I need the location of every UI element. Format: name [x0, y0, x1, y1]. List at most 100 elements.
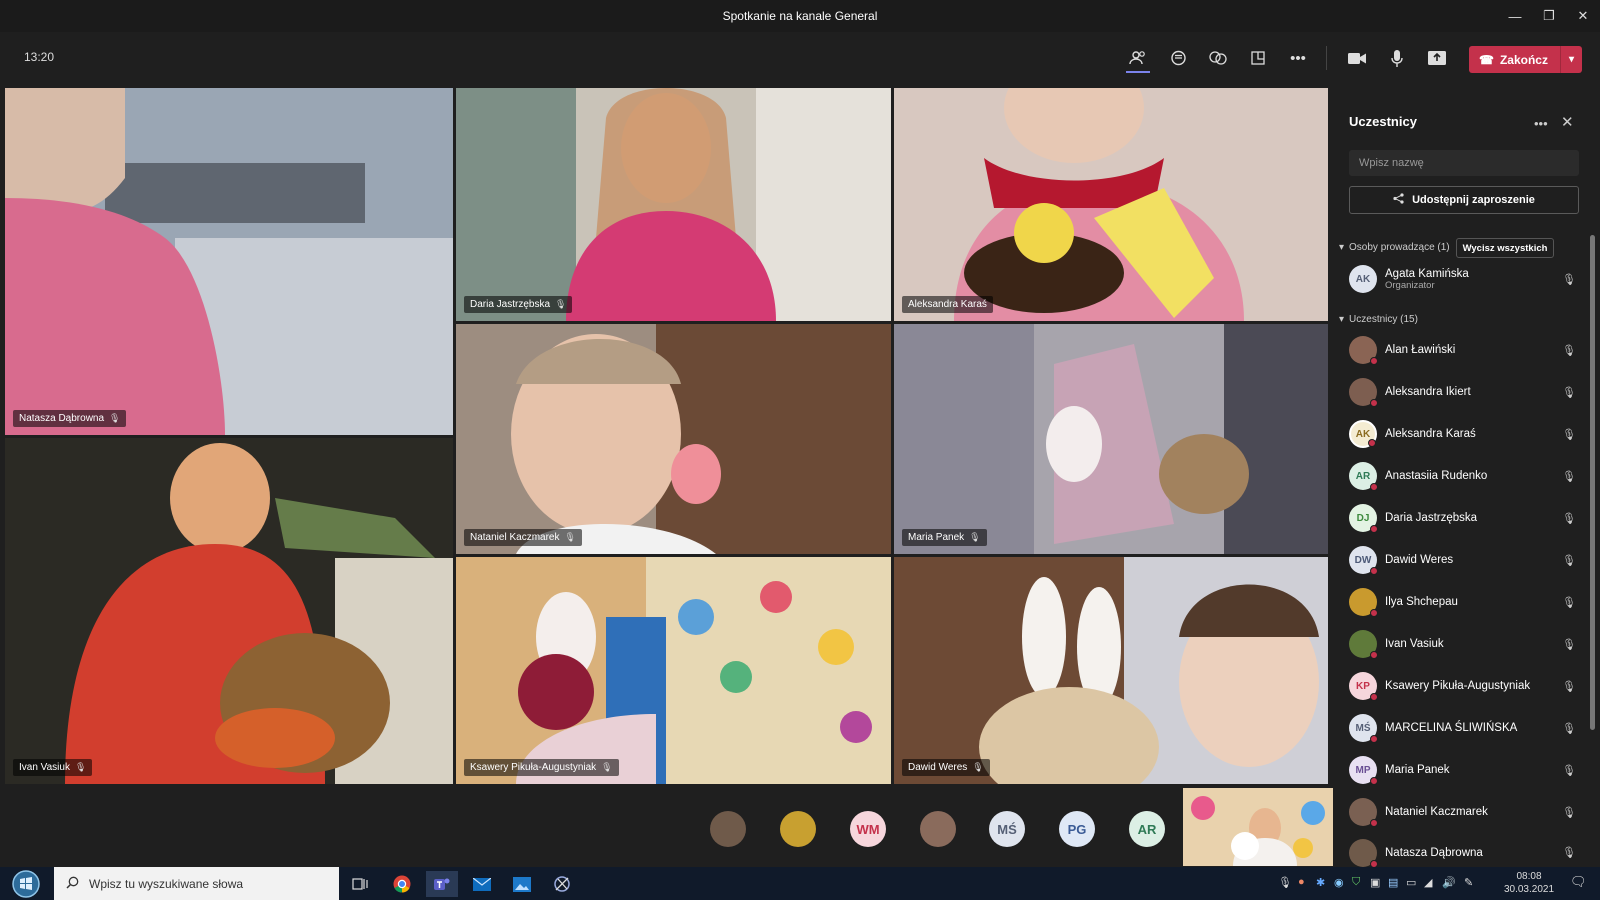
app-tray-icon[interactable]: ● [1298, 876, 1305, 888]
mic-muted-icon: 🎙 [972, 762, 984, 772]
participant-row[interactable]: DJ Daria Jastrzębska 🎙 [1349, 502, 1579, 534]
video-tile[interactable]: Ksawery Pikuła-Augustyniak 🎙 [456, 557, 891, 784]
panel-scrollbar[interactable] [1590, 235, 1595, 730]
presenters-section-header[interactable]: ▾ Osoby prowadzące (1) [1339, 242, 1450, 253]
close-window-icon[interactable]: ✕ [1566, 0, 1600, 32]
video-tile[interactable]: Daria Jastrzębska 🎙 [456, 88, 891, 321]
rooms-icon[interactable] [1243, 44, 1273, 72]
participant-row[interactable]: AR Anastasiia Rudenko 🎙 [1349, 460, 1579, 492]
avatar [1349, 630, 1378, 659]
pen-icon[interactable]: ✎ [1464, 876, 1473, 889]
participants-icon[interactable] [1123, 44, 1153, 72]
participant-avatar[interactable]: WM [850, 811, 886, 847]
participant-row[interactable]: MP Maria Panek 🎙 [1349, 754, 1579, 786]
participant-avatar[interactable]: PG [1059, 811, 1095, 847]
participant-row[interactable]: MŚ MARCELINA ŚLIWIŃSKA 🎙 [1349, 712, 1579, 744]
microphone-icon[interactable] [1382, 44, 1412, 72]
video-feed [456, 324, 891, 554]
more-options-icon[interactable]: ••• [1534, 116, 1548, 131]
avatar: DW [1349, 546, 1378, 575]
bluetooth-icon[interactable]: ✱ [1316, 876, 1325, 889]
participant-row[interactable]: AK Aleksandra Karaś 🎙 [1349, 418, 1579, 450]
mail-icon[interactable] [466, 871, 498, 897]
mic-on-icon[interactable]: 🎙 [1559, 428, 1579, 441]
restore-icon[interactable]: ❐ [1532, 0, 1566, 32]
share-invite-button[interactable]: Udostępnij zaproszenie [1349, 186, 1579, 214]
video-tile[interactable]: Natasza Dąbrowna 🎙 [5, 88, 453, 435]
reactions-icon[interactable] [1203, 44, 1233, 72]
participant-avatar[interactable]: MŚ [989, 811, 1025, 847]
share-screen-icon[interactable] [1422, 44, 1452, 72]
participant-row[interactable]: Aleksandra Ikiert 🎙 [1349, 376, 1579, 408]
participant-row[interactable]: Ivan Vasiuk 🎙 [1349, 628, 1579, 660]
mic-on-icon[interactable]: 🎙 [1559, 273, 1579, 286]
chrome-icon[interactable] [386, 871, 418, 897]
participant-avatar[interactable] [780, 811, 816, 847]
minimize-icon[interactable]: — [1498, 0, 1532, 32]
taskbar-search-input[interactable]: Wpisz tu wyszukiwane słowa [54, 867, 339, 900]
participant-row[interactable]: Nataniel Kaczmarek 🎙 [1349, 796, 1579, 828]
volume-icon[interactable]: 🔊 [1442, 876, 1456, 889]
snipping-tool-icon[interactable] [546, 871, 578, 897]
participants-panel: Uczestnicy ••• ✕ Wpisz nazwę Udostępnij … [1333, 100, 1600, 867]
start-button[interactable] [6, 870, 46, 898]
participant-row[interactable]: Natasza Dąbrowna 🎙 [1349, 838, 1579, 867]
chat-icon[interactable] [1163, 44, 1193, 72]
participant-name: Anastasiia Rudenko [1385, 470, 1488, 482]
participants-section-header[interactable]: ▾ Uczestnicy (15) [1339, 314, 1418, 325]
notifications-icon[interactable]: 🗨 [1570, 874, 1587, 890]
participant-avatar[interactable]: AR [1129, 811, 1165, 847]
participant-row[interactable]: KP Ksawery Pikuła-Augustyniak 🎙 [1349, 670, 1579, 702]
taskbar-clock[interactable]: 08:08 30.03.2021 [1494, 870, 1564, 896]
mic-muted-icon[interactable]: 🎙 [1559, 846, 1579, 859]
participant-row[interactable]: Alan Ławiński 🎙 [1349, 334, 1579, 366]
participant-row[interactable]: DW Dawid Weres 🎙 [1349, 544, 1579, 576]
mic-muted-icon[interactable]: 🎙 [1559, 680, 1579, 693]
participant-avatar[interactable] [710, 811, 746, 847]
task-view-icon[interactable] [344, 871, 376, 897]
mic-muted-icon[interactable]: 🎙 [1559, 638, 1579, 651]
security-shield-icon[interactable]: ⛉ [1352, 876, 1360, 889]
mute-all-button[interactable]: Wycisz wszystkich [1456, 238, 1554, 258]
network-app-icon[interactable]: ◉ [1334, 876, 1344, 889]
participant-row[interactable]: Ilya Shchepau 🎙 [1349, 586, 1579, 618]
participant-row-organizer[interactable]: AK Agata Kamińska Organizator 🎙 [1349, 263, 1579, 295]
mic-muted-icon: 🎙 [109, 413, 121, 423]
end-call-label: Zakończ [1499, 52, 1548, 67]
video-tile[interactable]: Nataniel Kaczmarek 🎙 [456, 324, 891, 554]
mic-muted-icon[interactable]: 🎙 [1559, 386, 1579, 399]
video-tile[interactable]: Dawid Weres 🎙 [894, 557, 1328, 784]
chevron-down-icon[interactable]: ▾ [1560, 46, 1582, 73]
participant-name: Aleksandra Karaś [1385, 428, 1476, 440]
end-call-button[interactable]: ☎ Zakończ ▾ [1469, 46, 1582, 73]
video-tile[interactable]: Maria Panek 🎙 [894, 324, 1328, 554]
teams-icon[interactable] [426, 871, 458, 897]
mic-muted-icon[interactable]: 🎙 [1559, 470, 1579, 483]
mic-muted-icon[interactable]: 🎙 [1559, 764, 1579, 777]
photos-icon[interactable] [506, 871, 538, 897]
video-tile[interactable]: Ivan Vasiuk 🎙 [5, 438, 453, 784]
mic-muted-icon[interactable]: 🎙 [1559, 554, 1579, 567]
close-icon[interactable]: ✕ [1561, 113, 1574, 131]
microphone-tray-icon[interactable]: 🎙 [1278, 876, 1292, 889]
participant-name: Alan Ławiński [1385, 344, 1456, 356]
mic-muted-icon[interactable]: 🎙 [1559, 806, 1579, 819]
avatar: AK [1349, 420, 1377, 448]
self-view-video[interactable] [1183, 788, 1333, 866]
taskbar-time: 08:08 [1516, 871, 1542, 882]
participant-search-input[interactable]: Wpisz nazwę [1349, 150, 1579, 176]
participant-avatar[interactable] [920, 811, 956, 847]
mic-muted-icon[interactable]: 🎙 [1559, 344, 1579, 357]
camera-icon[interactable] [1342, 44, 1372, 72]
mic-muted-icon[interactable]: 🎙 [1559, 722, 1579, 735]
video-tile[interactable]: Aleksandra Karaś [894, 88, 1328, 321]
mic-muted-icon[interactable]: 🎙 [1559, 512, 1579, 525]
wifi-icon[interactable]: ◢ [1424, 876, 1432, 889]
mic-muted-icon[interactable]: 🎙 [1559, 596, 1579, 609]
more-actions-icon[interactable]: ••• [1283, 44, 1313, 72]
participant-name: Maria Panek [1385, 764, 1450, 776]
app-tray-icon[interactable]: ▤ [1388, 876, 1398, 889]
meeting-toolbar: 13:20 ••• ☎ Zakończ ▾ [0, 32, 1600, 84]
battery-icon[interactable]: ▭ [1406, 876, 1416, 889]
teams-tray-icon[interactable]: ▣ [1370, 876, 1380, 889]
